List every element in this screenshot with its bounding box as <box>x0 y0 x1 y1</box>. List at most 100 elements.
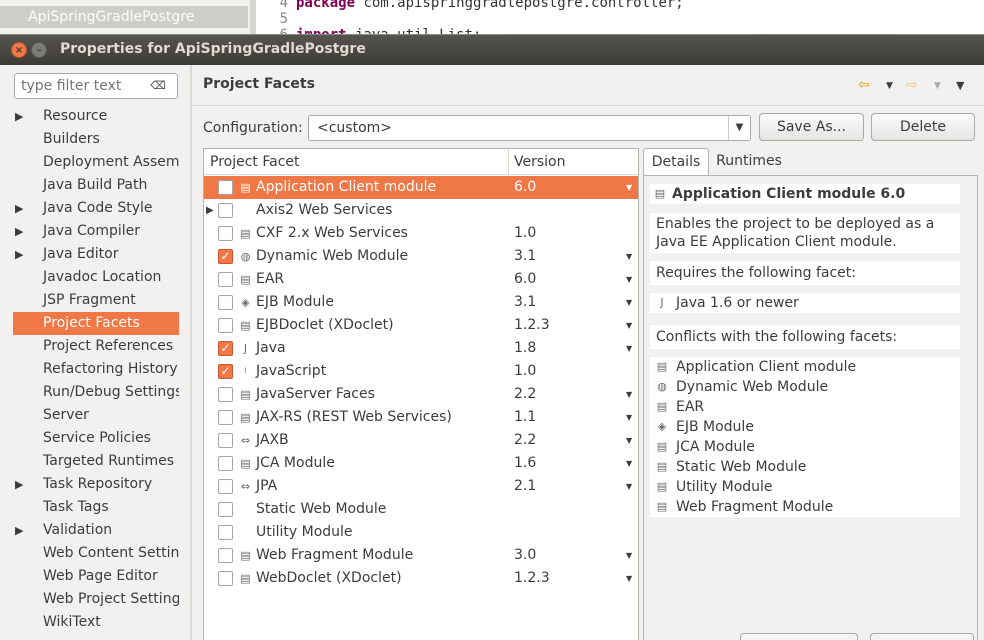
facet-row[interactable]: ▤ EAR 6.0 ▼ <box>204 268 638 291</box>
nav-item[interactable]: ▶ Java Code Style <box>13 197 179 220</box>
version-dropdown-icon[interactable]: ▼ <box>626 567 632 590</box>
version-dropdown-icon[interactable]: ▼ <box>626 268 632 291</box>
column-header-facet[interactable]: Project Facet <box>210 154 300 170</box>
close-button[interactable]: × <box>11 42 27 58</box>
facet-row[interactable]: ▤ EJBDoclet (XDoclet) 1.2.3 ▼ <box>204 314 638 337</box>
nav-item[interactable]: Web Page Editor <box>13 565 179 588</box>
version-dropdown-icon[interactable]: ▼ <box>626 291 632 314</box>
nav-item[interactable]: Web Content Setting <box>13 542 179 565</box>
expand-arrow-icon[interactable]: ▶ <box>15 197 23 220</box>
expand-arrow-icon[interactable]: ▶ <box>15 473 23 496</box>
facet-row[interactable]: ▤ JAX-RS (REST Web Services) 1.1 ▼ <box>204 406 638 429</box>
facet-checkbox[interactable] <box>218 387 233 402</box>
nav-item[interactable]: ▶ Task Repository <box>13 473 179 496</box>
facet-checkbox[interactable] <box>218 433 233 448</box>
back-dropdown-icon[interactable]: ▼ <box>886 81 893 91</box>
facet-checkbox[interactable] <box>218 479 233 494</box>
facet-checkbox[interactable] <box>218 525 233 540</box>
facet-checkbox[interactable] <box>218 226 233 241</box>
nav-item[interactable]: JSP Fragment <box>13 289 179 312</box>
facet-row[interactable]: ▤ CXF 2.x Web Services 1.0 <box>204 222 638 245</box>
column-divider[interactable] <box>508 149 509 175</box>
facet-checkbox[interactable] <box>218 180 233 195</box>
version-dropdown-icon[interactable]: ▼ <box>626 245 632 268</box>
delete-button[interactable]: Delete <box>871 113 975 141</box>
footer-button[interactable] <box>870 633 974 640</box>
chevron-down-icon[interactable]: ▼ <box>728 116 750 140</box>
facet-row[interactable]: ▤ Application Client module 6.0 ▼ <box>204 176 638 199</box>
facet-row[interactable]: ▤ JavaServer Faces 2.2 ▼ <box>204 383 638 406</box>
nav-item[interactable]: Server <box>13 404 179 427</box>
facet-row[interactable]: ▤ Web Fragment Module 3.0 ▼ <box>204 544 638 567</box>
facet-row[interactable]: ✓ J Java 1.8 ▼ <box>204 337 638 360</box>
tab-runtimes[interactable]: Runtimes <box>709 148 789 176</box>
facet-checkbox[interactable] <box>218 456 233 471</box>
nav-item[interactable]: Project References <box>13 335 179 358</box>
nav-item[interactable]: Project Facets <box>13 312 179 335</box>
nav-item[interactable]: WikiText <box>13 611 179 634</box>
facet-row[interactable]: ⇔ JAXB 2.2 ▼ <box>204 429 638 452</box>
version-dropdown-icon[interactable]: ▼ <box>626 406 632 429</box>
nav-item[interactable]: ▶ Java Editor <box>13 243 179 266</box>
facet-row[interactable]: ✓ ◍ Dynamic Web Module 3.1 ▼ <box>204 245 638 268</box>
version-dropdown-icon[interactable]: ▼ <box>626 452 632 475</box>
facet-checkbox[interactable] <box>218 548 233 563</box>
facet-row[interactable]: ▤ WebDoclet (XDoclet) 1.2.3 ▼ <box>204 567 638 590</box>
forward-arrow-icon[interactable]: ⇨ <box>906 77 918 93</box>
facet-checkbox[interactable] <box>218 295 233 310</box>
facet-checkbox[interactable]: ✓ <box>218 249 233 264</box>
project-tree-row[interactable]: ApiSpringGradlePostgre <box>0 6 248 28</box>
version-dropdown-icon[interactable]: ▼ <box>626 544 632 567</box>
facet-row[interactable]: ✓ ʲ JavaScript 1.0 <box>204 360 638 383</box>
expand-arrow-icon[interactable]: ▶ <box>15 519 23 542</box>
nav-item[interactable]: Run/Debug Settings <box>13 381 179 404</box>
filter-box[interactable]: ⌫ <box>14 73 178 99</box>
nav-item[interactable]: Deployment Assemb <box>13 151 179 174</box>
facet-row[interactable]: Static Web Module <box>204 498 638 521</box>
nav-item[interactable]: Task Tags <box>13 496 179 519</box>
facet-checkbox[interactable] <box>218 272 233 287</box>
facet-checkbox[interactable]: ✓ <box>218 341 233 356</box>
facet-row[interactable]: ◈ EJB Module 3.1 ▼ <box>204 291 638 314</box>
panel-divider[interactable] <box>190 65 192 640</box>
expand-arrow-icon[interactable]: ▶ <box>15 220 23 243</box>
facet-row[interactable]: ▤ JCA Module 1.6 ▼ <box>204 452 638 475</box>
minimize-button[interactable]: – <box>31 42 47 58</box>
facet-row[interactable]: Utility Module <box>204 521 638 544</box>
nav-item[interactable]: Java Build Path <box>13 174 179 197</box>
filter-input[interactable] <box>21 77 141 95</box>
dialog-titlebar[interactable]: × – Properties for ApiSpringGradlePostgr… <box>0 35 984 65</box>
facet-checkbox[interactable]: ✓ <box>218 364 233 379</box>
facet-checkbox[interactable] <box>218 571 233 586</box>
facet-checkbox[interactable] <box>218 410 233 425</box>
version-dropdown-icon[interactable]: ▼ <box>626 337 632 360</box>
nav-item[interactable]: Targeted Runtimes <box>13 450 179 473</box>
facet-checkbox[interactable] <box>218 203 233 218</box>
facet-row[interactable]: ▶ Axis2 Web Services <box>204 199 638 222</box>
version-dropdown-icon[interactable]: ▼ <box>626 176 632 199</box>
expand-arrow-icon[interactable]: ▶ <box>15 105 23 128</box>
nav-item[interactable]: ▶ Resource <box>13 105 179 128</box>
back-arrow-icon[interactable]: ⇦ <box>858 77 870 93</box>
view-menu-icon[interactable]: ▼ <box>956 79 964 92</box>
tab-details[interactable]: Details <box>643 148 709 176</box>
save-as-button[interactable]: Save As... <box>759 113 864 141</box>
version-dropdown-icon[interactable]: ▼ <box>626 429 632 452</box>
column-header-version[interactable]: Version <box>514 154 565 170</box>
nav-item[interactable]: ▶ Java Compiler <box>13 220 179 243</box>
forward-dropdown-icon[interactable]: ▼ <box>934 81 941 91</box>
facet-checkbox[interactable] <box>218 318 233 333</box>
configuration-select[interactable]: <custom> ▼ <box>308 115 751 141</box>
facet-checkbox[interactable] <box>218 502 233 517</box>
facet-row[interactable]: ⇔ JPA 2.1 ▼ <box>204 475 638 498</box>
footer-button[interactable] <box>740 633 858 640</box>
clear-filter-icon[interactable]: ⌫ <box>149 78 167 94</box>
expand-arrow-icon[interactable]: ▶ <box>206 199 214 222</box>
nav-item[interactable]: Service Policies <box>13 427 179 450</box>
nav-item[interactable]: Builders <box>13 128 179 151</box>
version-dropdown-icon[interactable]: ▼ <box>626 314 632 337</box>
nav-item[interactable]: ▶ Validation <box>13 519 179 542</box>
version-dropdown-icon[interactable]: ▼ <box>626 383 632 406</box>
nav-item[interactable]: Web Project Setting <box>13 588 179 611</box>
nav-item[interactable]: Javadoc Location <box>13 266 179 289</box>
